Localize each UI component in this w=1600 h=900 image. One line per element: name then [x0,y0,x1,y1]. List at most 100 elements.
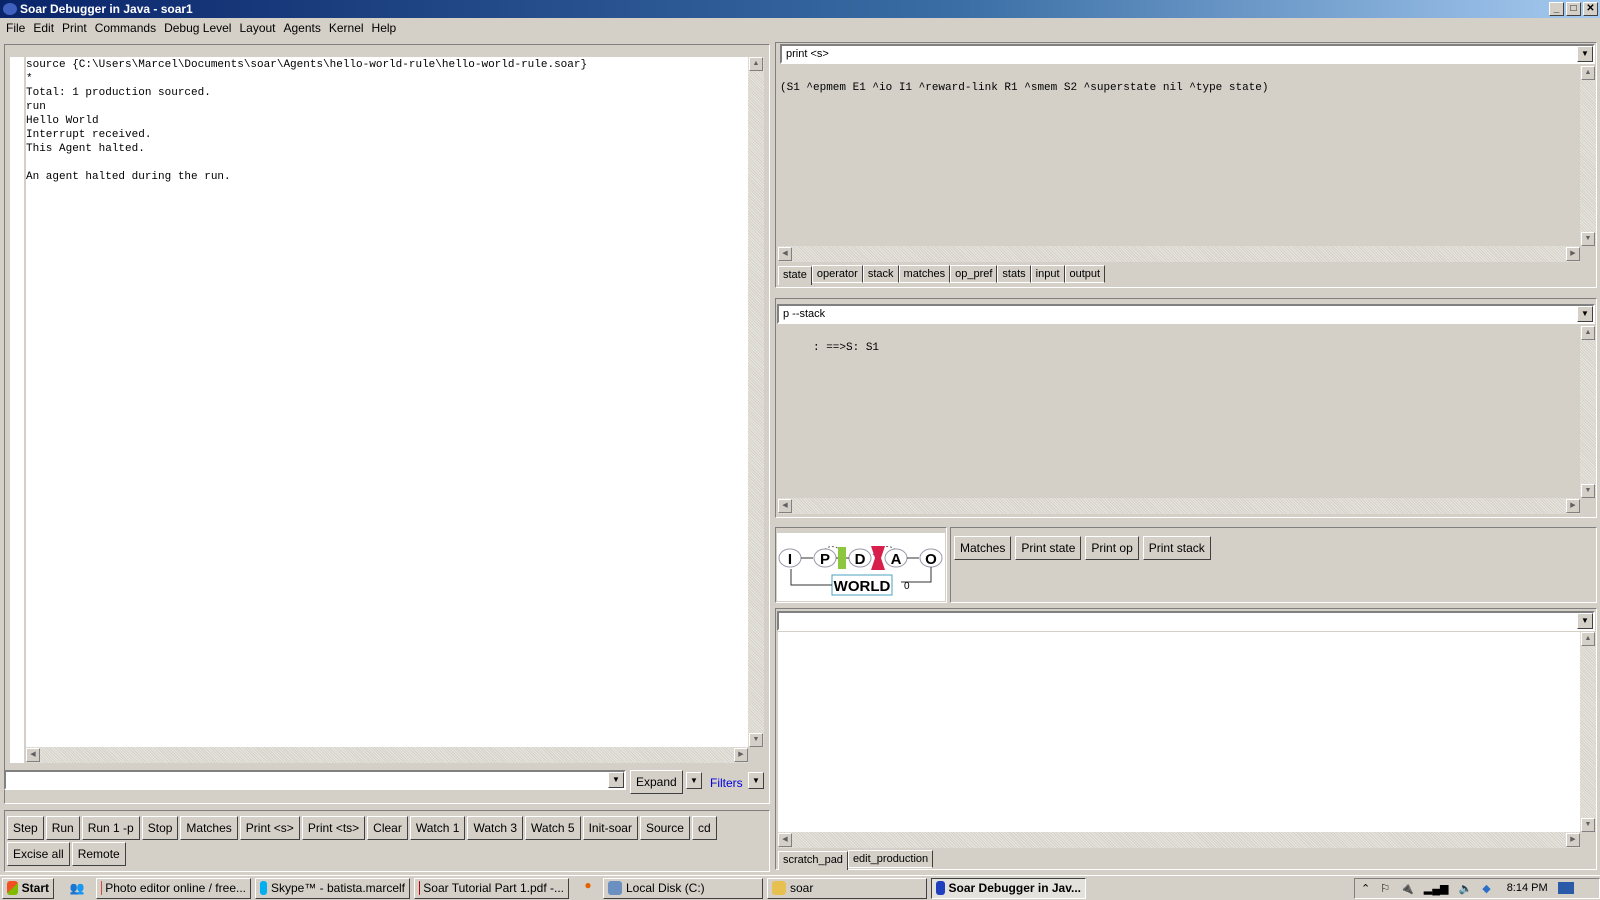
matches-button[interactable]: Matches [180,816,238,840]
menu-help[interactable]: Help [370,18,403,38]
print-stack-button[interactable]: Print stack [1142,536,1211,560]
stack-command-dropdown[interactable]: ▼ [1577,306,1593,322]
menu-kernel[interactable]: Kernel [327,18,370,38]
output-line: This Agent halted. [26,143,145,155]
stack-output[interactable]: : ==>S: S1 [778,326,1580,498]
output-line: An agent halted during the run. [26,170,231,183]
tab-stats[interactable]: stats [997,265,1031,283]
source-button[interactable]: Source [639,816,690,840]
power-icon[interactable]: 🔌 [1400,882,1414,895]
taskbar-item[interactable]: soar [767,877,927,899]
window-title: Soar Debugger in Java - soar1 [20,2,193,16]
dropbox-icon[interactable]: ◆ [1482,882,1490,895]
volume-icon[interactable]: 🔈 [1459,882,1473,895]
tab-edit-production[interactable]: edit_production [847,850,934,868]
quicklaunch-users-icon[interactable]: 👥 [58,881,96,895]
maximize-button[interactable]: □ [1566,2,1581,16]
step-button[interactable]: Step [7,816,44,840]
state-command-dropdown[interactable]: ▼ [1577,46,1593,62]
clock[interactable]: 8:14 PM [1507,882,1548,894]
menu-edit[interactable]: Edit [31,18,60,38]
menu-print[interactable]: Print [60,18,93,38]
minimize-button[interactable]: _ [1549,2,1564,16]
show-hidden-icons[interactable]: ⌃ [1361,882,1370,895]
close-button[interactable]: ✕ [1583,2,1598,16]
tab-matches[interactable]: matches [898,265,951,283]
taskbar-item[interactable]: Skype™ - batista.marcelf [255,877,410,899]
scratch-command-input[interactable]: ▼ [777,611,1595,631]
print-state-button[interactable]: Print state [1015,536,1082,560]
tab-input[interactable]: input [1030,265,1065,283]
state-tabs: state operator stack matches op_pref stats inp… [778,265,1106,285]
show-desktop-icon[interactable] [1557,882,1574,894]
stack-command-input[interactable]: p --stack ▼ [777,304,1595,324]
scratch-tabs: scratch_pad edit_production [778,850,934,870]
print-op-button[interactable]: Print op [1085,536,1139,560]
stack-horizontal-scrollbar[interactable]: ◀ ▶ [778,498,1580,514]
expand-dropdown[interactable]: ▼ [686,772,702,789]
command-input[interactable]: ▼ [4,770,626,790]
scratch-output[interactable] [778,632,1580,832]
menu-file[interactable]: File [4,18,31,38]
output-line: Total: 1 production sourced. [26,87,211,99]
filters-dropdown[interactable]: ▼ [748,772,764,789]
menu-commands[interactable]: Commands [93,18,162,38]
print-ts-button[interactable]: Print <ts> [301,816,366,840]
scratch-vertical-scrollbar[interactable]: ▲ ▼ [1580,632,1596,832]
taskbar-item[interactable]: Soar Tutorial Part 1.pdf -... [414,877,569,899]
print-s-button[interactable]: Print <s> [239,816,300,840]
taskbar-item[interactable]: Photo editor online / free... [96,877,251,899]
line-gutter [10,57,24,763]
matches-button[interactable]: Matches [954,536,1012,560]
tab-output[interactable]: output [1064,265,1106,283]
expand-button[interactable]: Expand [630,770,683,794]
state-horizontal-scrollbar[interactable]: ◀ ▶ [778,246,1580,262]
taskbar-item[interactable]: Soar Debugger in Jav... [931,877,1086,899]
firefox-icon[interactable]: ● [573,878,603,899]
flag-icon[interactable]: ⚐ [1380,882,1390,895]
filters-link[interactable]: Filters [710,776,743,790]
tab-scratch-pad[interactable]: scratch_pad [778,851,848,870]
excise-all-button[interactable]: Excise all [7,842,70,866]
watch-5-button[interactable]: Watch 5 [525,816,581,840]
windows-logo-icon [7,881,18,895]
command-buttons: Step Run Run 1 -p Stop Matches Print <s> Print… [7,816,767,866]
scratch-horizontal-scrollbar[interactable]: ◀ ▶ [778,832,1580,848]
menu-layout[interactable]: Layout [237,18,281,38]
command-history-dropdown[interactable]: ▼ [608,772,624,788]
init-soar-button[interactable]: Init-soar [582,816,638,840]
main-output[interactable]: source {C:\Users\Marcel\Documents\soar\A… [26,57,748,747]
stop-button[interactable]: Stop [141,816,179,840]
stack-vertical-scrollbar[interactable]: ▲ ▼ [1580,326,1596,498]
taskbar-item-label: Soar Tutorial Part 1.pdf -... [423,880,564,895]
watch-3-button[interactable]: Watch 3 [467,816,524,840]
taskbar-item[interactable]: Local Disk (C:) [603,877,763,899]
tab-operator[interactable]: operator [811,265,863,283]
menu-debug-level[interactable]: Debug Level [162,18,237,38]
state-vertical-scrollbar[interactable]: ▲ ▼ [1580,66,1596,246]
state-output[interactable]: (S1 ^epmem E1 ^io I1 ^reward-link R1 ^sm… [778,66,1580,246]
signal-icon[interactable]: ▂▄▆ [1424,882,1449,895]
run-1-p-button[interactable]: Run 1 -p [81,816,140,840]
main-vertical-scrollbar[interactable]: ▲ ▼ [748,57,764,747]
output-line: source {C:\Users\Marcel\Documents\soar\A… [26,59,588,71]
remote-button[interactable]: Remote [71,842,126,866]
clear-button[interactable]: Clear [367,816,408,840]
menu-agents[interactable]: Agents [282,18,327,38]
main-horizontal-scrollbar[interactable]: ◀ ▶ [26,747,748,763]
state-command-input[interactable]: print <s> ▼ [780,44,1595,64]
taskbar: Start 👥 Photo editor online / free... Sky… [0,875,1600,900]
cd-button[interactable]: cd [691,816,717,840]
tab-stack[interactable]: stack [862,265,899,283]
tab-state[interactable]: state [778,266,812,285]
app-icon [936,881,945,895]
watch-1-button[interactable]: Watch 1 [409,816,466,840]
system-tray: ⌃ ⚐ 🔌 ▂▄▆ 🔈 ◆ 8:14 PM [1354,877,1600,899]
run-button[interactable]: Run [45,816,80,840]
start-button[interactable]: Start [2,877,54,899]
taskbar-item-label: Skype™ - batista.marcelf [270,880,405,895]
scratch-command-dropdown[interactable]: ▼ [1577,613,1593,629]
output-line: run [26,101,46,113]
svg-text:WORLD: WORLD [834,578,891,595]
tab-op-pref[interactable]: op_pref [950,265,998,283]
